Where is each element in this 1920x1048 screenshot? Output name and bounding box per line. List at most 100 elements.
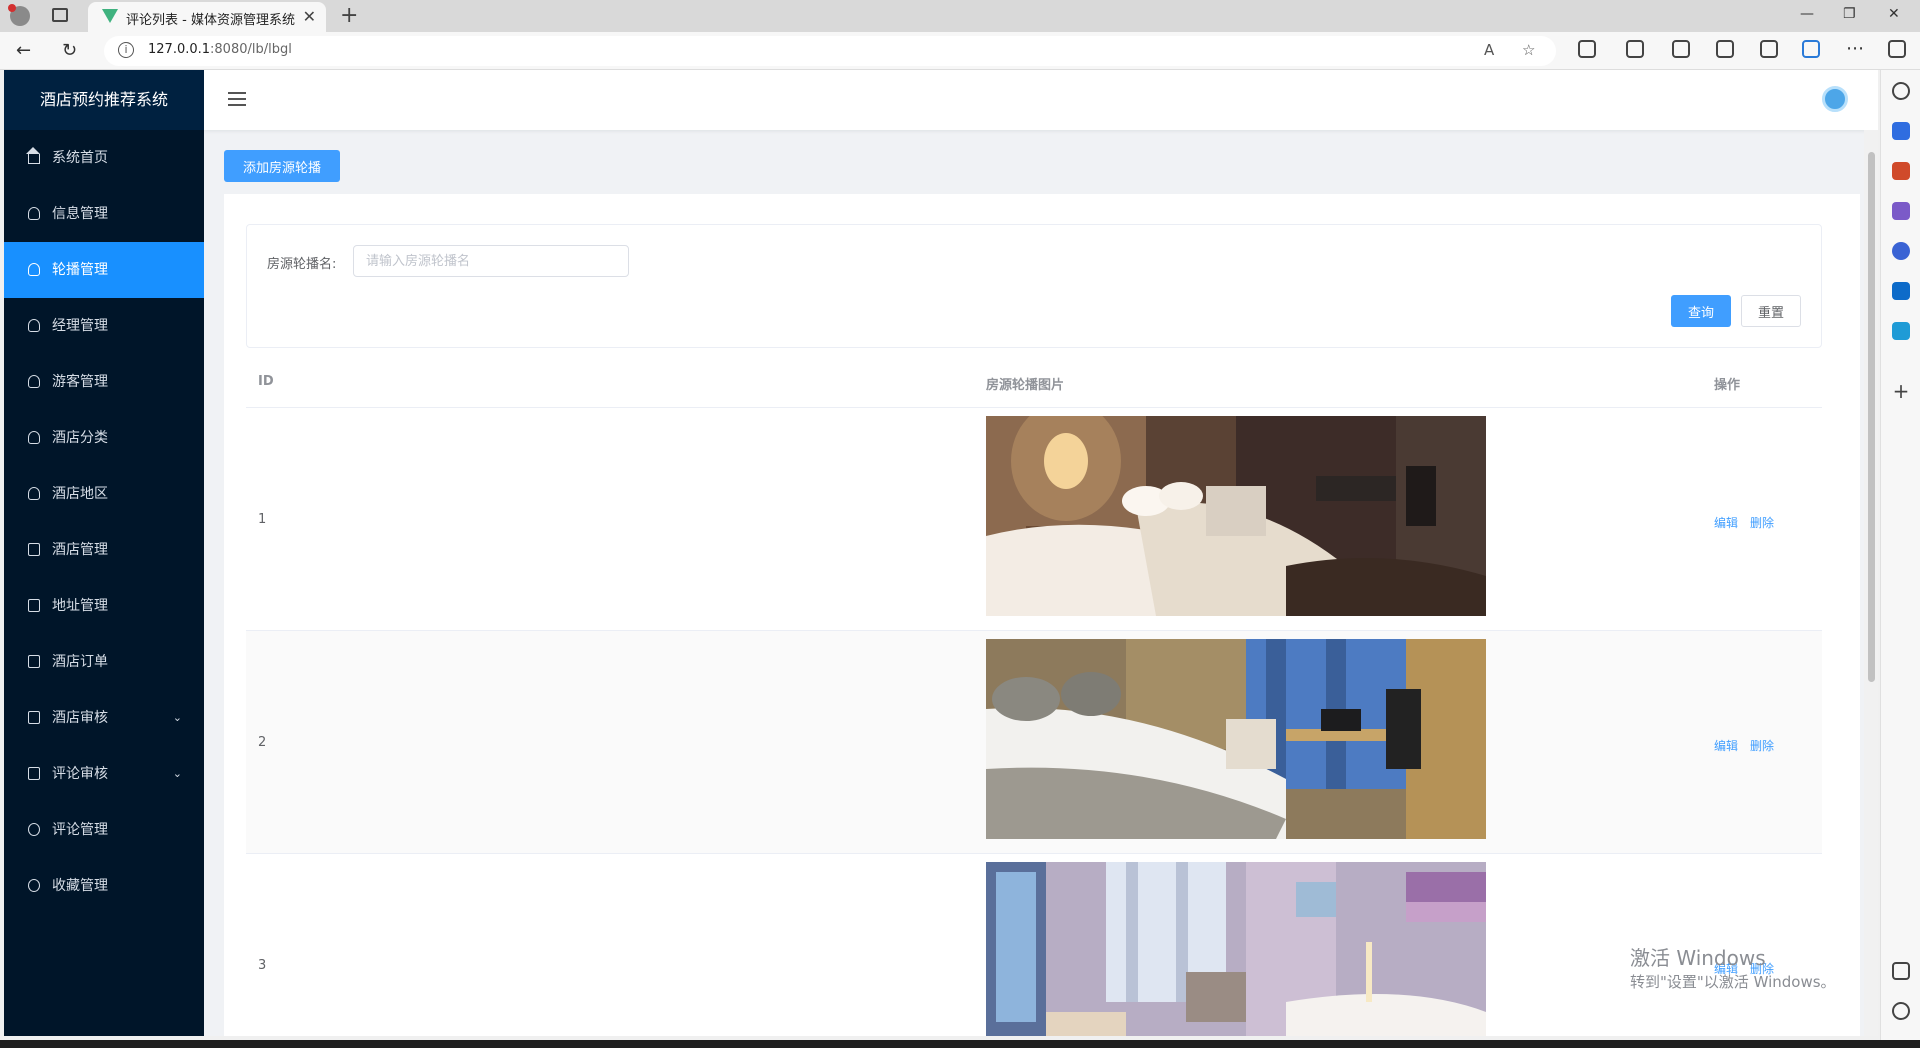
profile-avatar-icon[interactable] — [8, 4, 30, 26]
sidebar-item-label: 经理管理 — [52, 318, 108, 334]
send-icon[interactable] — [1892, 322, 1910, 340]
sidebar-item[interactable]: 收藏管理 — [4, 858, 204, 914]
brand-title: 酒店预约推荐系统 — [4, 70, 204, 130]
search-icon[interactable] — [1892, 82, 1910, 100]
watermark-line-2: 转到"设置"以激活 Windows。 — [1630, 973, 1836, 991]
sidebar-item-label: 酒店订单 — [52, 654, 108, 670]
edit-link[interactable]: 编辑 — [1714, 739, 1738, 753]
delete-link[interactable]: 删除 — [1750, 516, 1774, 530]
hotel-room-image — [986, 862, 1486, 1036]
user-icon — [28, 431, 40, 444]
taskbar — [0, 1040, 1920, 1048]
url-host: 127.0.0.1 — [148, 42, 211, 57]
restore-icon[interactable]: ❐ — [1843, 6, 1856, 22]
table-header: ID 房源轮播图片 操作 — [246, 356, 1822, 408]
sidebar-item-label: 评论审核 — [52, 766, 108, 782]
address-bar: ← ↻ i 127.0.0.1:8080/lb/lbgl A ☆ ⋯ — [0, 32, 1920, 70]
sidebar-item[interactable]: 酒店地区 — [4, 466, 204, 522]
tab-actions-icon[interactable] — [52, 8, 68, 22]
vertical-scrollbar[interactable] — [1864, 130, 1878, 1036]
document-icon — [28, 599, 40, 612]
row-id: 2 — [258, 735, 267, 750]
sidebar-item[interactable]: 评论审核 ⌄ — [4, 746, 204, 802]
sidebar-item-label: 系统首页 — [52, 150, 108, 166]
performance-icon[interactable] — [1760, 40, 1778, 58]
main-content: 添加房源轮播 房源轮播名: 查询 重置 ID 房源轮播图片 操作 1 — [204, 130, 1864, 1036]
shopping-tag-icon[interactable] — [1892, 122, 1910, 140]
table-row: 1 编辑 删除 — [246, 408, 1822, 631]
reset-button[interactable]: 重置 — [1741, 295, 1801, 327]
query-button[interactable]: 查询 — [1671, 295, 1731, 327]
favorite-star-icon[interactable]: ☆ — [1522, 41, 1535, 59]
delete-link[interactable]: 删除 — [1750, 739, 1774, 753]
sidebar-item[interactable]: 经理管理 — [4, 298, 204, 354]
carousel-table: ID 房源轮播图片 操作 1 编辑 删除 2 编辑 删除 3 编辑 删除 — [246, 356, 1822, 1036]
top-header — [204, 70, 1878, 130]
reload-icon[interactable]: ↻ — [62, 40, 77, 61]
favorites-icon[interactable] — [1672, 40, 1690, 58]
collections-icon[interactable] — [1716, 40, 1734, 58]
browser-tab-bar: 评论列表 - 媒体资源管理系统 ✕ + — ❐ ✕ — [0, 0, 1920, 32]
user-icon — [28, 207, 40, 220]
sidebar-item[interactable]: 系统首页 — [4, 130, 204, 186]
sidebar-item-label: 收藏管理 — [52, 878, 108, 894]
office-icon[interactable] — [1892, 242, 1910, 260]
sidebar-item[interactable]: 酒店订单 — [4, 634, 204, 690]
edit-link[interactable]: 编辑 — [1714, 516, 1738, 530]
url-box[interactable]: i 127.0.0.1:8080/lb/lbgl A ☆ — [104, 36, 1556, 66]
add-sidebar-icon[interactable]: + — [1892, 381, 1910, 401]
outlook-icon[interactable] — [1892, 282, 1910, 300]
sidebar-item[interactable]: 酒店管理 — [4, 522, 204, 578]
row-id: 3 — [258, 958, 267, 973]
settings-gear-icon[interactable] — [1892, 1002, 1910, 1020]
row-actions: 编辑 删除 — [1714, 514, 1786, 531]
sidebar-item-label: 酒店分类 — [52, 430, 108, 446]
document-icon — [28, 711, 40, 724]
chevron-down-icon: ⌄ — [172, 767, 182, 780]
tab-close-icon[interactable]: ✕ — [303, 7, 316, 26]
watermark-line-1: 激活 Windows — [1630, 946, 1766, 970]
sidebar-item-label: 信息管理 — [52, 206, 108, 222]
games-icon[interactable] — [1892, 202, 1910, 220]
read-aloud-icon[interactable]: A — [1484, 41, 1494, 59]
user-icon — [28, 487, 40, 500]
window-close-icon[interactable]: ✕ — [1888, 6, 1900, 22]
minimize-icon[interactable]: — — [1800, 6, 1814, 22]
vue-favicon-icon — [102, 9, 118, 23]
scrollbar-thumb[interactable] — [1868, 152, 1875, 682]
sidebar-item-label: 酒店地区 — [52, 486, 108, 502]
site-info-icon[interactable]: i — [118, 42, 134, 58]
admin-app: 酒店预约推荐系统 系统首页信息管理轮播管理经理管理游客管理酒店分类酒店地区酒店管… — [4, 70, 1878, 1036]
chevron-down-icon: ⌄ — [172, 711, 182, 724]
split-screen-icon[interactable] — [1626, 40, 1644, 58]
extensions-icon[interactable] — [1578, 40, 1596, 58]
url-text[interactable]: 127.0.0.1:8080/lb/lbgl — [148, 42, 292, 57]
column-header-image: 房源轮播图片 — [986, 378, 1065, 393]
add-carousel-button[interactable]: 添加房源轮播 — [224, 150, 340, 182]
user-avatar[interactable] — [1822, 86, 1848, 112]
copilot-icon[interactable] — [1802, 40, 1820, 58]
sidebar-item[interactable]: 酒店分类 — [4, 410, 204, 466]
url-path: :8080/lb/lbgl — [210, 42, 292, 57]
chat-icon — [28, 879, 40, 892]
new-tab-icon[interactable]: + — [340, 3, 358, 28]
back-icon[interactable]: ← — [16, 40, 31, 61]
carousel-name-input[interactable] — [353, 245, 629, 277]
sidebar-item[interactable]: 信息管理 — [4, 186, 204, 242]
tools-icon[interactable] — [1892, 162, 1910, 180]
sidebar-toggle-icon[interactable] — [1888, 40, 1906, 58]
browser-tab[interactable]: 评论列表 - 媒体资源管理系统 ✕ — [88, 2, 326, 32]
tab-title: 评论列表 - 媒体资源管理系统 — [126, 13, 295, 28]
screenshot-icon[interactable] — [1892, 962, 1910, 980]
sidebar-item[interactable]: 评论管理 — [4, 802, 204, 858]
sidebar-item[interactable]: 游客管理 — [4, 354, 204, 410]
sidebar-item[interactable]: 酒店审核 ⌄ — [4, 690, 204, 746]
menu-toggle-icon[interactable] — [228, 92, 246, 106]
more-menu-icon[interactable]: ⋯ — [1846, 38, 1864, 59]
search-form: 房源轮播名: 查询 重置 — [246, 224, 1822, 348]
table-row: 2 编辑 删除 — [246, 631, 1822, 854]
sidebar-item-label: 评论管理 — [52, 822, 108, 838]
sidebar-item[interactable]: 轮播管理 — [4, 242, 204, 298]
sidebar-item[interactable]: 地址管理 — [4, 578, 204, 634]
column-header-id: ID — [258, 374, 274, 389]
